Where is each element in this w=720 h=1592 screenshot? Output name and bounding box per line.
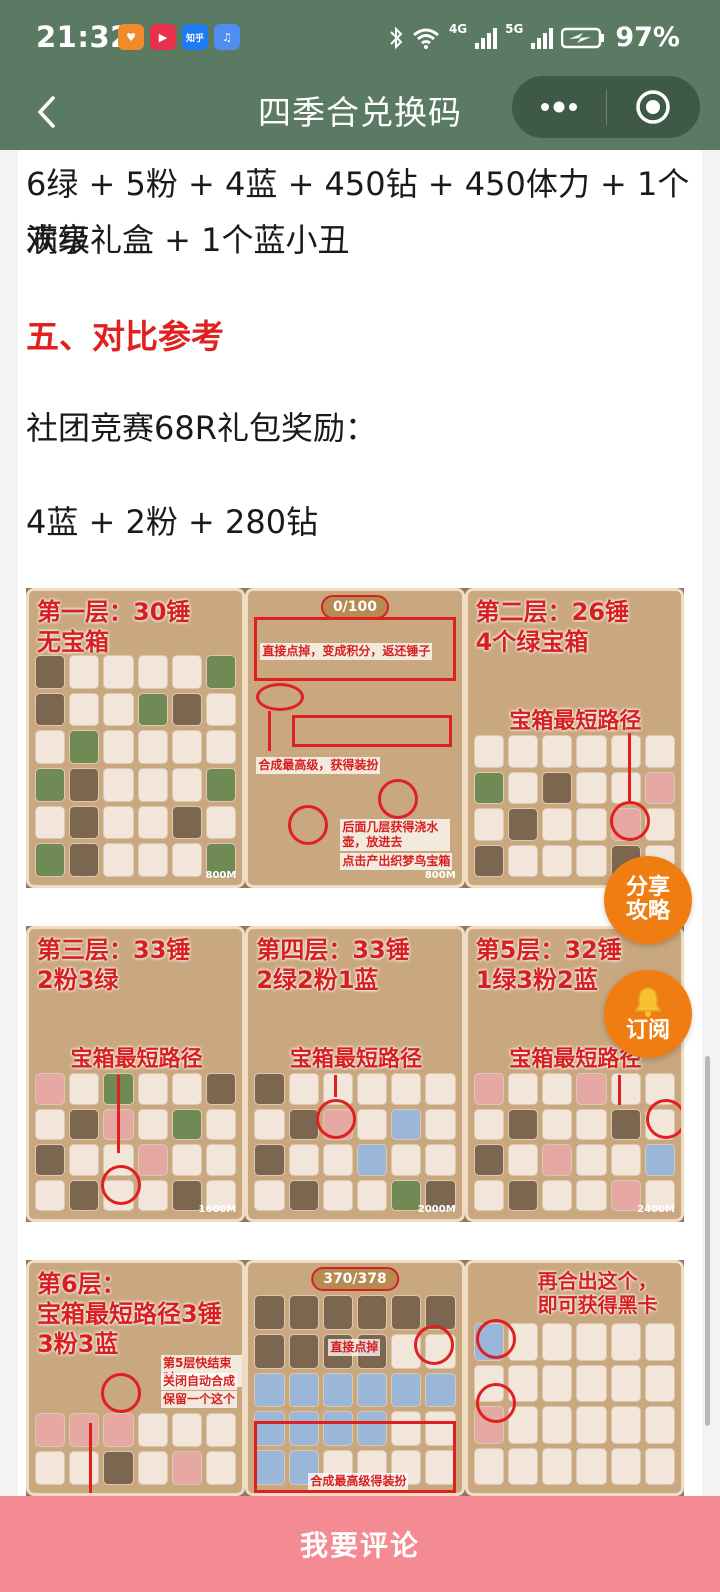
share-guide-button[interactable]: 分享 攻略 [604, 856, 692, 944]
highlight-circle [609, 801, 650, 841]
panel-caption: 第三层：33锤 2粉3绿 [37, 936, 191, 994]
board-grid [35, 655, 237, 877]
close-miniprogram-button[interactable] [607, 76, 701, 138]
battery-percent: 97% [615, 22, 680, 53]
club-reward-title: 社团竞赛68R礼包奖励： [26, 409, 377, 447]
red-arrow [268, 711, 272, 751]
highlight-box [292, 715, 452, 747]
note-tap-remove: 直接点掉，变成积分，返还锤子 [260, 643, 433, 660]
panel-level: 800M [205, 870, 237, 881]
network-5g-label: 5G [505, 22, 524, 36]
game-panel-layer-3: 第三层：33锤 2粉3绿 宝箱最短路径 1600M [26, 926, 246, 1222]
highlight-circle [475, 1319, 516, 1359]
panel-level: 1600M [198, 1204, 237, 1215]
article-content: 6绿 + 5粉 + 4蓝 + 450钻 + 450体力 + 1个满级 欢享礼盒 … [18, 150, 702, 1496]
nav-bar: 四季合兑换码 [0, 76, 720, 150]
note-merge-highest: 合成最高级，获得装扮 [256, 757, 381, 774]
game-panel-layer-4: 第四层：33锤 2绿2粉1蓝 宝箱最短路径 2000M [245, 926, 465, 1222]
note-dream-bird-chest: 点击产出织梦鸟宝箱 [340, 853, 453, 870]
share-guide-label-1: 分享 [625, 875, 670, 900]
highlight-circle [101, 1373, 141, 1413]
note-keep-one: 保留一个这个 [161, 1391, 238, 1408]
comment-button-label: 我要评论 [299, 1529, 420, 1562]
panel-level: 800M [424, 870, 456, 881]
more-dots-icon [540, 101, 577, 113]
board-grid [473, 1073, 675, 1211]
highlight-circle [256, 683, 305, 711]
more-button[interactable] [512, 76, 606, 138]
red-arrow [627, 733, 631, 803]
network-4g-label: 4G [448, 22, 468, 36]
highlight-circle [475, 1383, 516, 1423]
reward-line-2: 欢享礼盒 + 1个蓝小丑 [26, 221, 350, 259]
mini-program-capsule [512, 76, 700, 138]
comment-button[interactable]: 我要评论 [0, 1496, 720, 1592]
board-grid [254, 1073, 456, 1211]
game-panel-layer-6: 第6层：宝箱最短路径3锤3粉3蓝 第5层快结束时 关闭自动合成 保留一个这个 [26, 1260, 246, 1496]
game-panel-coins: 370/378 直接点掉 合成最高级得装扮 [245, 1260, 465, 1496]
score-counter: 370/378 [311, 1267, 399, 1291]
wifi-icon [412, 28, 439, 49]
subscribe-label: 订阅 [625, 1018, 670, 1043]
bluetooth-icon [390, 26, 403, 49]
note-disable-auto-merge: 关闭自动合成 [161, 1373, 238, 1390]
red-arrow [117, 1075, 120, 1153]
game-panel-layer-1: 第一层：30锤 无宝箱 800M [26, 588, 246, 888]
section-heading: 五、对比参考 [26, 317, 224, 356]
red-arrow [617, 1075, 621, 1105]
panel-caption: 第二层：26锤 4个绿宝箱 [475, 598, 630, 656]
note-watering-can: 后面几层获得浇水壶，放进去 [340, 819, 451, 851]
panel-caption: 再合出这个， 即可获得黑卡 [537, 1269, 658, 1317]
status-bar: 21:32 ♥ ▶ 知乎 ♫ 4G 5G 97% [0, 0, 720, 76]
highlight-circle [645, 1099, 681, 1139]
panel-level: 2400M [637, 1204, 675, 1215]
system-status-icons: 4G 5G 97% [389, 22, 680, 53]
panel-subtitle: 宝箱最短路径 [289, 1047, 422, 1072]
red-arrow [334, 1075, 338, 1097]
game-panel-black-card: 再合出这个， 即可获得黑卡 [464, 1260, 684, 1496]
game-panel-layer-2: 第二层：26锤 4个绿宝箱 宝箱最短路径 [464, 588, 684, 888]
panel-caption: 第四层：33锤 2绿2粉1蓝 [256, 936, 410, 994]
game-screenshot-strip-2[interactable]: 第三层：33锤 2粉3绿 宝箱最短路径 1600M 第四层：33锤 2绿2粉1蓝 宝… [26, 926, 684, 1222]
share-guide-label-2: 攻略 [625, 899, 670, 924]
club-reward-value: 4蓝 + 2粉 + 280钻 [26, 503, 319, 541]
panel-caption: 第6层： 宝箱最短路径3锤 3粉3蓝 [37, 1270, 222, 1358]
music-app-icon: ♫ [214, 24, 240, 50]
signal-4g-icon [475, 27, 498, 49]
game-screenshot-strip-1[interactable]: 第一层：30锤 无宝箱 800M 0/100 直接点掉，变成积分，返还锤子 合成最… [26, 588, 684, 888]
board-grid [35, 1413, 237, 1485]
target-close-icon [636, 90, 670, 124]
battery-icon [561, 27, 605, 48]
panel-caption: 第一层：30锤 无宝箱 [37, 598, 191, 656]
panel-level: 2000M [417, 1204, 456, 1215]
panel-subtitle: 宝箱最短路径 [70, 1047, 203, 1072]
game-panel-instructions: 0/100 直接点掉，变成积分，返还锤子 合成最高级，获得装扮 后面几层获得浇水… [245, 588, 465, 888]
bell-icon [633, 987, 663, 1017]
status-time: 21:32 [36, 20, 131, 54]
heart-app-icon: ♥ [118, 24, 144, 50]
highlight-circle [378, 779, 419, 819]
score-counter: 0/100 [320, 595, 390, 619]
panel-subtitle: 宝箱最短路径 [509, 709, 642, 734]
scrollbar-thumb[interactable] [705, 1056, 710, 1426]
note-tap-remove: 直接点掉 [328, 1339, 381, 1356]
highlight-circle [288, 805, 329, 845]
subscribe-button[interactable]: 订阅 [604, 970, 692, 1058]
note-merge-highest: 合成最高级得装扮 [308, 1473, 409, 1490]
highlight-circle [101, 1165, 141, 1205]
notification-app-icons: ♥ ▶ 知乎 ♫ [118, 24, 240, 50]
signal-5g-icon [531, 27, 554, 49]
play-app-icon: ▶ [150, 24, 176, 50]
zhihu-app-icon: 知乎 [182, 24, 208, 50]
game-screenshot-strip-3[interactable]: 第6层：宝箱最短路径3锤3粉3蓝 第5层快结束时 关闭自动合成 保留一个这个 3… [26, 1260, 684, 1496]
red-arrow [89, 1423, 92, 1493]
